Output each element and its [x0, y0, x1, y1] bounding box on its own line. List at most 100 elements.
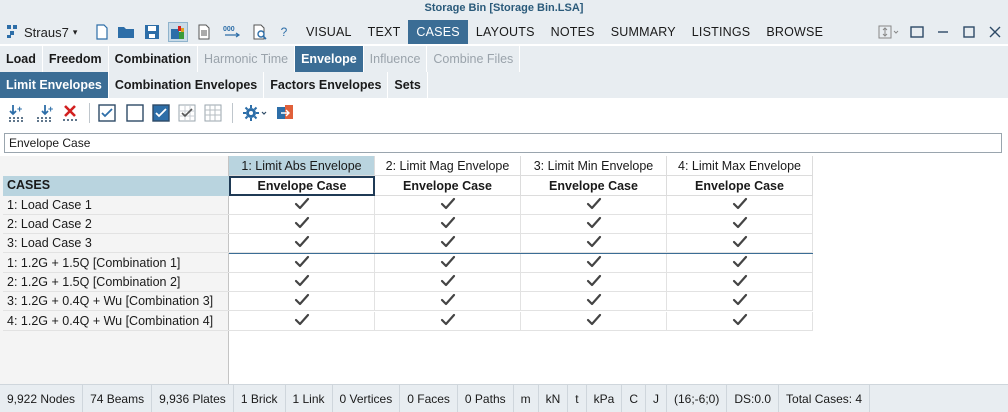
- check-selected-icon[interactable]: [150, 102, 172, 124]
- column-header-limit-min[interactable]: 3: Limit Min Envelope: [521, 156, 667, 176]
- check-cell[interactable]: [229, 292, 375, 311]
- svg-text:+: +: [48, 104, 53, 114]
- tab-cases[interactable]: CASES: [408, 20, 468, 44]
- checkmark-icon: [732, 197, 748, 214]
- envelope-case-cell[interactable]: Envelope Case: [521, 176, 667, 196]
- delete-case-icon[interactable]: [60, 102, 82, 124]
- status-item: 0 Vertices: [333, 384, 401, 412]
- export-icon[interactable]: [274, 102, 296, 124]
- tab-notes[interactable]: NOTES: [543, 20, 603, 44]
- numbering-icon[interactable]: 000: [222, 22, 242, 42]
- case-row-label[interactable]: 2: Load Case 2: [3, 215, 229, 234]
- restore-layout-icon[interactable]: [904, 20, 930, 44]
- case-row-label[interactable]: 3: Load Case 3: [3, 234, 229, 253]
- subtab-freedom[interactable]: Freedom: [43, 46, 109, 72]
- check-cell[interactable]: [229, 254, 375, 273]
- check-cell[interactable]: [521, 312, 667, 331]
- new-file-icon[interactable]: [92, 22, 112, 42]
- tab-summary[interactable]: SUMMARY: [603, 20, 684, 44]
- page-icon[interactable]: [194, 22, 214, 42]
- checkmark-icon: [732, 235, 748, 252]
- check-cell[interactable]: [375, 234, 521, 253]
- check-all-icon[interactable]: [96, 102, 118, 124]
- checkmark-icon: [732, 274, 748, 291]
- app-logo-icon: [6, 23, 20, 42]
- save-icon[interactable]: [142, 22, 162, 42]
- check-cell[interactable]: [521, 215, 667, 234]
- check-cell[interactable]: [375, 196, 521, 215]
- checkmark-icon: [586, 313, 602, 330]
- check-cell[interactable]: [375, 292, 521, 311]
- check-cell[interactable]: [667, 273, 813, 292]
- subtab-envelope[interactable]: Envelope: [295, 46, 364, 72]
- checkmark-icon: [440, 274, 456, 291]
- tab-listings[interactable]: LISTINGS: [684, 20, 759, 44]
- check-cell[interactable]: [521, 196, 667, 215]
- check-cell[interactable]: [667, 292, 813, 311]
- subtab-limit-envelopes[interactable]: Limit Envelopes: [0, 72, 109, 98]
- column-header-limit-max[interactable]: 4: Limit Max Envelope: [667, 156, 813, 176]
- insert-case-icon[interactable]: +: [34, 102, 56, 124]
- grid-icon[interactable]: [202, 102, 224, 124]
- envelope-case-cell[interactable]: Envelope Case: [375, 176, 521, 196]
- check-cell[interactable]: [229, 234, 375, 253]
- check-cell[interactable]: [667, 254, 813, 273]
- check-grid-icon[interactable]: [176, 102, 198, 124]
- status-item: 0 Paths: [458, 384, 514, 412]
- tab-visual[interactable]: VISUAL: [298, 20, 360, 44]
- checkmark-icon: [586, 293, 602, 310]
- check-cell[interactable]: [375, 254, 521, 273]
- minimize-icon[interactable]: [930, 20, 956, 44]
- app-menu-button[interactable]: Straus7 ▾: [6, 23, 77, 41]
- open-folder-icon[interactable]: [116, 22, 136, 42]
- envelope-case-cell[interactable]: Envelope Case: [667, 176, 813, 196]
- check-cell[interactable]: [521, 254, 667, 273]
- check-cell[interactable]: [521, 234, 667, 253]
- envelope-case-input[interactable]: [4, 133, 1002, 153]
- envelope-case-cell[interactable]: Envelope Case: [229, 176, 375, 196]
- check-cell[interactable]: [229, 196, 375, 215]
- cases-subtabs: Load Freedom Combination Harmonic Time E…: [0, 46, 1008, 72]
- help-icon[interactable]: ?: [274, 22, 294, 42]
- subtab-combination-envelopes[interactable]: Combination Envelopes: [109, 72, 265, 98]
- settings-icon[interactable]: [240, 102, 270, 124]
- preview-icon[interactable]: [250, 22, 270, 42]
- case-row-label[interactable]: 1: Load Case 1: [3, 196, 229, 215]
- subtab-sets[interactable]: Sets: [388, 72, 428, 98]
- app-menu-label: Straus7: [24, 24, 69, 40]
- check-cell[interactable]: [229, 273, 375, 292]
- check-cell[interactable]: [667, 312, 813, 331]
- check-cell[interactable]: [667, 196, 813, 215]
- check-cell[interactable]: [375, 312, 521, 331]
- subtab-combination[interactable]: Combination: [109, 46, 199, 72]
- check-cell[interactable]: [667, 234, 813, 253]
- case-row-label[interactable]: 3: 1.2G + 0.4Q + Wu [Combination 3]: [3, 292, 229, 311]
- add-case-icon[interactable]: +: [6, 102, 28, 124]
- case-row-label[interactable]: 1: 1.2G + 1.5Q [Combination 1]: [3, 254, 229, 273]
- maximize-icon[interactable]: [956, 20, 982, 44]
- check-cell[interactable]: [375, 273, 521, 292]
- tab-browse[interactable]: BROWSE: [758, 20, 831, 44]
- subtab-combine-files: Combine Files: [427, 46, 521, 72]
- column-header-limit-abs[interactable]: 1: Limit Abs Envelope: [229, 156, 375, 176]
- resize-options-icon[interactable]: [874, 20, 904, 44]
- combinations-icon[interactable]: [168, 22, 188, 42]
- close-icon[interactable]: [982, 20, 1008, 44]
- tab-text[interactable]: TEXT: [360, 20, 409, 44]
- check-cell[interactable]: [375, 215, 521, 234]
- check-cell[interactable]: [229, 312, 375, 331]
- subtab-factors-envelopes[interactable]: Factors Envelopes: [264, 72, 389, 98]
- column-header-limit-mag[interactable]: 2: Limit Mag Envelope: [375, 156, 521, 176]
- case-row-label[interactable]: 4: 1.2G + 0.4Q + Wu [Combination 4]: [3, 312, 229, 331]
- status-item: kPa: [587, 384, 623, 412]
- check-cell[interactable]: [667, 215, 813, 234]
- subtab-load[interactable]: Load: [0, 46, 43, 72]
- checkmark-icon: [294, 216, 310, 233]
- check-cell[interactable]: [229, 215, 375, 234]
- uncheck-all-icon[interactable]: [124, 102, 146, 124]
- check-cell[interactable]: [521, 292, 667, 311]
- status-item: m: [514, 384, 539, 412]
- tab-layouts[interactable]: LAYOUTS: [468, 20, 543, 44]
- check-cell[interactable]: [521, 273, 667, 292]
- case-row-label[interactable]: 2: 1.2G + 1.5Q [Combination 2]: [3, 273, 229, 292]
